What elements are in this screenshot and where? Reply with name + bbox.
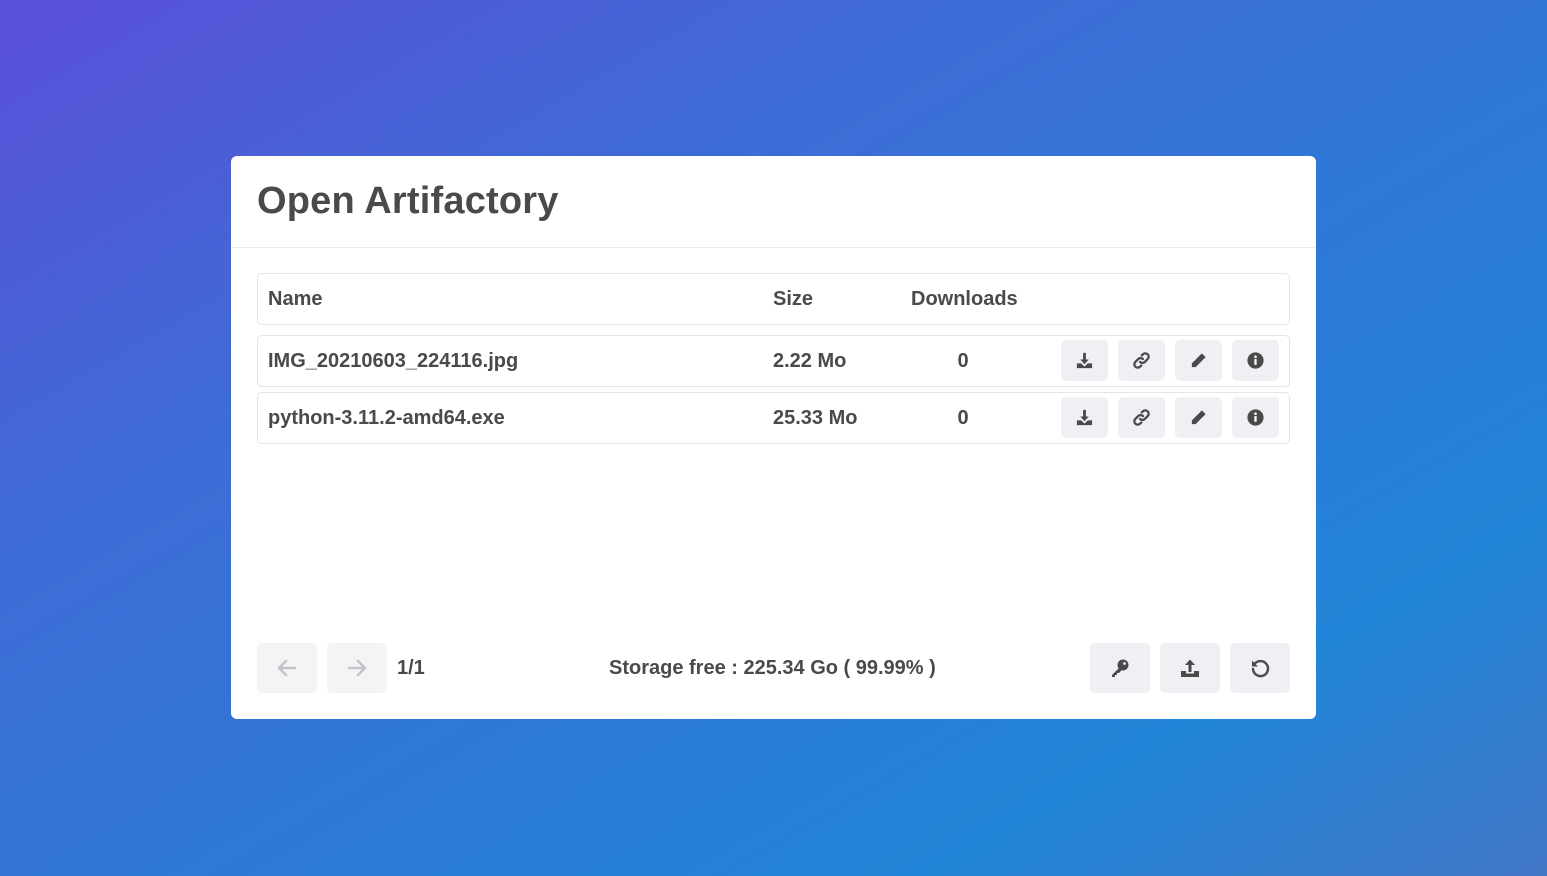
pencil-icon: [1191, 353, 1206, 368]
link-icon: [1133, 409, 1150, 426]
storage-status: Storage free : 225.34 Go ( 99.99% ): [609, 657, 936, 679]
copy-link-button[interactable]: [1118, 397, 1165, 438]
edit-button[interactable]: [1175, 397, 1222, 438]
table-row: IMG_20210603_224116.jpg 2.22 Mo 0: [257, 335, 1290, 387]
main-card: Open Artifactory Name Size Downloads IMG…: [231, 156, 1316, 719]
card-header: Open Artifactory: [231, 156, 1316, 248]
info-button[interactable]: [1232, 397, 1279, 438]
info-icon: [1247, 409, 1264, 426]
card-footer: 1/1 Storage free : 225.34 Go ( 99.99% ): [257, 643, 1290, 693]
row-actions: [1061, 340, 1279, 381]
arrow-left-icon: [277, 659, 297, 677]
file-name: python-3.11.2-amd64.exe: [268, 406, 505, 429]
api-key-button[interactable]: [1090, 643, 1150, 693]
page-indicator: 1/1: [397, 657, 425, 679]
pencil-icon: [1191, 410, 1206, 425]
table-header-row: Name Size Downloads: [257, 273, 1290, 325]
file-downloads: 0: [957, 406, 969, 429]
page-title: Open Artifactory: [257, 180, 559, 222]
download-icon: [1076, 352, 1093, 369]
table-row: python-3.11.2-amd64.exe 25.33 Mo 0: [257, 392, 1290, 444]
next-page-button[interactable]: [327, 643, 387, 693]
download-button[interactable]: [1061, 397, 1108, 438]
refresh-icon: [1251, 659, 1270, 678]
column-header-downloads[interactable]: Downloads: [911, 288, 1018, 311]
key-icon: [1112, 659, 1129, 677]
upload-icon: [1181, 659, 1199, 677]
prev-page-button[interactable]: [257, 643, 317, 693]
column-header-size[interactable]: Size: [773, 288, 813, 311]
file-size: 2.22 Mo: [773, 349, 847, 372]
file-downloads: 0: [957, 349, 969, 372]
row-actions: [1061, 397, 1279, 438]
info-icon: [1247, 352, 1264, 369]
link-icon: [1133, 352, 1150, 369]
info-button[interactable]: [1232, 340, 1279, 381]
edit-button[interactable]: [1175, 340, 1222, 381]
arrow-right-icon: [347, 659, 367, 677]
download-button[interactable]: [1061, 340, 1108, 381]
upload-button[interactable]: [1160, 643, 1220, 693]
refresh-button[interactable]: [1230, 643, 1290, 693]
download-icon: [1076, 409, 1093, 426]
column-header-name[interactable]: Name: [268, 288, 322, 311]
file-size: 25.33 Mo: [773, 406, 858, 429]
copy-link-button[interactable]: [1118, 340, 1165, 381]
files-table: Name Size Downloads IMG_20210603_224116.…: [257, 273, 1290, 449]
file-name: IMG_20210603_224116.jpg: [268, 349, 519, 372]
